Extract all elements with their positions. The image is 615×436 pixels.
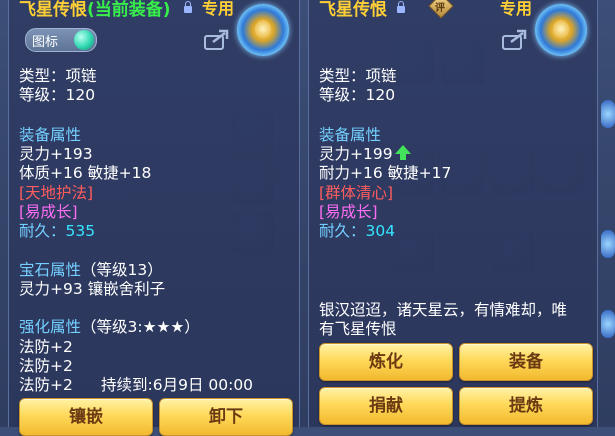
appraise-badge-label: 评: [435, 3, 445, 14]
compare-item-panel: 飞星传恨 评 专用 类型：项链 等级：120 装备属性 灵力+199 耐力+16…: [308, 0, 598, 427]
item-name: 飞星传恨: [319, 0, 387, 20]
stat-line: 体质+16 敏捷+18: [19, 164, 152, 182]
unequip-button[interactable]: 卸下: [159, 398, 293, 436]
enhance-duration: 持续到:6月9日 00:00: [101, 376, 254, 394]
durability: 耐久：535: [19, 222, 95, 241]
trait-label: [易成长]: [319, 203, 378, 221]
gem-header: 宝石属性: [19, 261, 82, 279]
icon-toggle[interactable]: 图标: [25, 28, 97, 52]
gem-orb-icon: [74, 30, 94, 50]
item-name: 飞星传恨: [19, 0, 87, 20]
enhance-line: 法防+2: [19, 357, 73, 375]
item-level: 等级：120: [19, 86, 96, 104]
side-orb-icon: [601, 100, 615, 128]
item-title: 飞星传恨(当前装备): [19, 0, 171, 20]
enhance-line: 法防+2: [19, 376, 73, 394]
purify-button[interactable]: 提炼: [459, 387, 593, 425]
special-skill: [天地护法]: [19, 184, 94, 202]
inlay-button[interactable]: 镶嵌: [19, 398, 153, 436]
exclusive-label: 专用: [500, 0, 533, 18]
durability: 耐久：304: [319, 222, 395, 241]
current-equipped-label: (当前装备): [87, 0, 171, 20]
gem-attr: 宝石属性（等级13）: [19, 261, 163, 280]
item-description: 有飞星传恨: [319, 320, 397, 338]
exclusive-label: 专用: [202, 0, 235, 18]
stat-line: 耐力+16 敏捷+17: [319, 164, 452, 182]
attr-header: 装备属性: [319, 126, 382, 144]
enhance-stars: ★★★: [142, 318, 185, 336]
item-level: 等级：120: [319, 86, 396, 104]
medallion-icon: [237, 4, 289, 56]
stat-line: 灵力+193: [19, 145, 93, 163]
enhance-line: 法防+2: [19, 338, 73, 356]
durability-value: 304: [365, 222, 396, 240]
special-skill: [群体清心]: [319, 184, 394, 202]
refine-button[interactable]: 炼化: [319, 343, 453, 381]
item-type: 类型：项链: [19, 67, 97, 85]
donate-button[interactable]: 捐献: [319, 387, 453, 425]
durability-label: 耐久：: [319, 222, 366, 240]
equipped-item-panel: 飞星传恨(当前装备) 专用 图标 类型：项链 等级：120 装备属性 灵力+19…: [8, 0, 300, 436]
stat-line: 灵力+199: [319, 145, 393, 163]
lock-icon: [397, 1, 405, 13]
enhance-header: 强化属性: [19, 318, 82, 336]
gem-level: （等级13）: [81, 261, 163, 279]
trait-label: [易成长]: [19, 203, 78, 221]
durability-label: 耐久：: [19, 222, 66, 240]
gem-line: 灵力+93 镶嵌舍利子: [19, 280, 166, 298]
icon-toggle-label: 图标: [32, 35, 59, 50]
item-description: 银汉迢迢，诸天星云，有情难却，唯: [319, 301, 568, 319]
enhance-level: （等级3:: [81, 318, 143, 336]
enhance-close: ）: [184, 318, 200, 336]
lock-icon: [184, 1, 192, 13]
attr-header: 装备属性: [19, 126, 82, 144]
item-type: 类型：项链: [319, 67, 397, 85]
share-icon[interactable]: [203, 28, 231, 52]
share-icon[interactable]: [501, 28, 529, 52]
enhance-attr: 强化属性（等级3:★★★）: [19, 318, 200, 337]
medallion-icon: [535, 4, 587, 56]
durability-value: 535: [65, 222, 96, 240]
equip-button[interactable]: 装备: [459, 343, 593, 381]
side-orb-icon: [601, 310, 615, 338]
side-orb-icon: [601, 230, 615, 258]
item-title: 飞星传恨: [319, 0, 387, 20]
